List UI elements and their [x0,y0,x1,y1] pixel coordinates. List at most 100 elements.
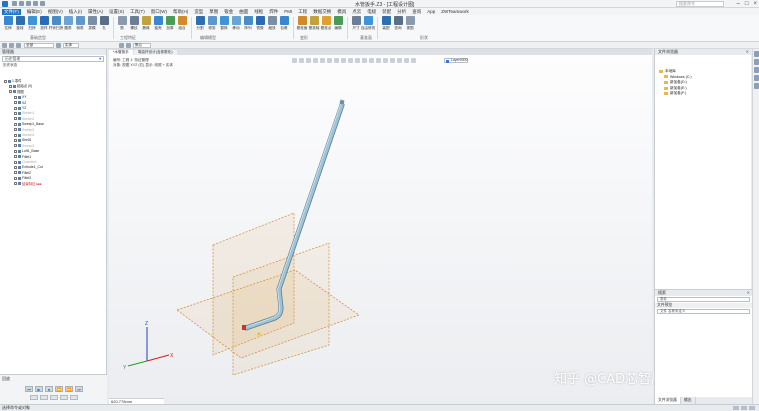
ribbon-button-rib[interactable]: 筋 [117,16,127,32]
option-icon[interactable] [60,395,68,400]
ribbon-button-rod-sweep[interactable]: 杆状扫掠 [49,16,63,32]
ribbon-button-trim[interactable]: 修剪 [207,16,217,32]
playback-button[interactable]: ⏹ [45,386,53,392]
open-icon[interactable] [19,1,24,6]
history-tree-item[interactable]: Loft1_Base [14,149,39,153]
library-icon[interactable] [754,59,759,65]
ribbon-button-revolve[interactable]: 旋转 [15,16,25,32]
menu-tab[interactable]: 查询 [412,9,421,15]
visibility-checkbox[interactable] [14,111,17,115]
rod-start-marker[interactable] [242,325,246,330]
datum-plane-xy[interactable] [176,269,360,359]
ribbon-button-sweep[interactable]: 扫掠 [27,16,37,32]
visibility-checkbox[interactable] [14,171,17,175]
mode-combo[interactable]: 实体 [63,42,79,48]
help-icon[interactable] [754,67,759,73]
ribbon-button-datum-point[interactable]: 基准点 [321,16,331,32]
menu-tab[interactable]: 文件(F) [2,8,21,15]
menu-tab[interactable]: 草图 [209,9,218,15]
camera-icon[interactable] [754,75,759,81]
visibility-checkbox[interactable] [14,138,17,142]
playback-button[interactable]: ⏩ [65,386,73,392]
select-icon[interactable] [9,42,14,48]
view-combo[interactable]: 默认 [133,42,151,48]
visibility-checkbox[interactable] [14,165,17,169]
ribbon-button-shell[interactable]: 抽壳 [153,16,163,32]
playback-button[interactable]: ⏮ [25,386,33,392]
search-input[interactable]: 零件 [657,297,750,302]
history-tree-item[interactable]: 结束特征 ▸▸▸ [14,182,42,186]
ribbon-button-draft[interactable]: 拔模 [87,16,97,32]
ribbon-button-view[interactable]: 视图 [405,16,415,32]
menu-tab[interactable]: 编辑(E) [27,9,42,15]
drive-tree-item[interactable]: 本地库 [659,69,676,74]
ribbon-button-inquire[interactable]: 查询 [393,16,403,32]
new-icon[interactable] [12,1,17,6]
history-tree-item[interactable]: Sketch2 [14,117,34,121]
visibility-checkbox[interactable] [14,117,17,121]
ribbon-button-edit[interactable]: 编辑 [333,16,343,32]
ribbon-button-fillet[interactable]: 圆角 [63,16,73,32]
visibility-checkbox[interactable] [14,149,17,153]
3d-viewport[interactable]: 编号: 工程 1: 特征管理 对象: 视图 XYZ (右) 显示: 线框 + 实… [109,55,664,404]
visibility-checkbox[interactable] [14,101,17,105]
visibility-checkbox[interactable] [14,122,17,126]
command-search-input[interactable]: 搜索命令 [676,1,724,7]
history-tree-item[interactable]: Sweep2 [14,128,34,132]
visibility-checkbox[interactable] [14,160,17,164]
visibility-checkbox[interactable] [14,106,17,110]
ribbon-button-datum-axis[interactable]: 基准轴 [309,16,319,32]
visibility-checkbox[interactable] [14,182,17,186]
close-icon[interactable]: × [753,0,757,8]
drive-tree-item[interactable]: 新加卷(D:) [664,80,687,85]
minimize-icon[interactable]: – [737,0,740,8]
visibility-checkbox[interactable] [14,95,17,99]
menu-tab[interactable]: 视图(V) [48,9,63,15]
file-browser-icon[interactable] [754,51,759,57]
maximize-icon[interactable]: □ [745,0,749,8]
ribbon-button-hole[interactable]: 孔 [99,16,109,32]
origin-point[interactable] [257,332,261,336]
history-tree-item[interactable]: Sweep1_Base [14,122,44,126]
playback-button[interactable]: ▶ [35,386,43,392]
ribbon-button-move[interactable]: 移动 [231,16,241,32]
menu-tab[interactable]: 线框 [254,9,263,15]
option-icon[interactable] [50,395,58,400]
ribbon-button-combine[interactable]: 组合 [177,16,187,32]
history-tree-item[interactable]: Shell1 [14,138,31,142]
visibility-checkbox[interactable] [14,176,17,180]
close-icon[interactable]: ✕ [746,49,751,55]
history-tree-item[interactable]: YZ [14,106,26,110]
history-tree-item[interactable]: Fillet1 [14,155,31,159]
menu-tab[interactable]: 造型 [194,9,203,15]
visibility-checkbox[interactable] [14,155,17,159]
menu-tab[interactable]: 窗口(W) [151,9,167,15]
history-tree-item[interactable]: Sketch1 [14,111,34,115]
ribbon-button-datum-plane[interactable]: 基准面 [297,16,307,32]
visibility-checkbox[interactable] [9,90,12,94]
ribbon-button-replace[interactable]: 替换 [219,16,229,32]
visibility-checkbox[interactable] [14,144,17,148]
option-icon[interactable] [40,395,48,400]
menu-tab[interactable]: 设置(S) [109,9,124,15]
ribbon-button-freeform[interactable]: 自由修改 [361,16,375,32]
ribbon-button-chamfer[interactable]: 倒角 [75,16,85,32]
history-tree-item[interactable]: XZ [14,101,26,105]
ribbon-button-scale[interactable]: 缩放 [267,16,277,32]
menu-tab[interactable]: 电极 [367,9,376,15]
snap-toggle-icon[interactable] [749,406,755,410]
visibility-checkbox[interactable] [4,79,7,83]
snap-icon[interactable] [16,42,21,48]
pick-icon[interactable] [56,42,61,48]
drive-tree-item[interactable]: Windows (C:) [664,75,692,79]
menu-tab[interactable]: 点云 [352,9,361,15]
menu-tab[interactable]: PMI [284,9,292,14]
menu-tab[interactable]: 帮助(H) [173,9,188,15]
menu-tab[interactable]: App [427,9,435,14]
history-tree-item[interactable]: Fillet3 [14,176,31,180]
filter-icon[interactable] [2,42,7,48]
save-icon[interactable] [26,1,31,6]
ribbon-button-split[interactable]: 分割 [195,16,205,32]
ribbon-button-extrude[interactable]: 拉伸 [3,16,13,32]
filter-combo[interactable]: 全部 [24,42,54,48]
